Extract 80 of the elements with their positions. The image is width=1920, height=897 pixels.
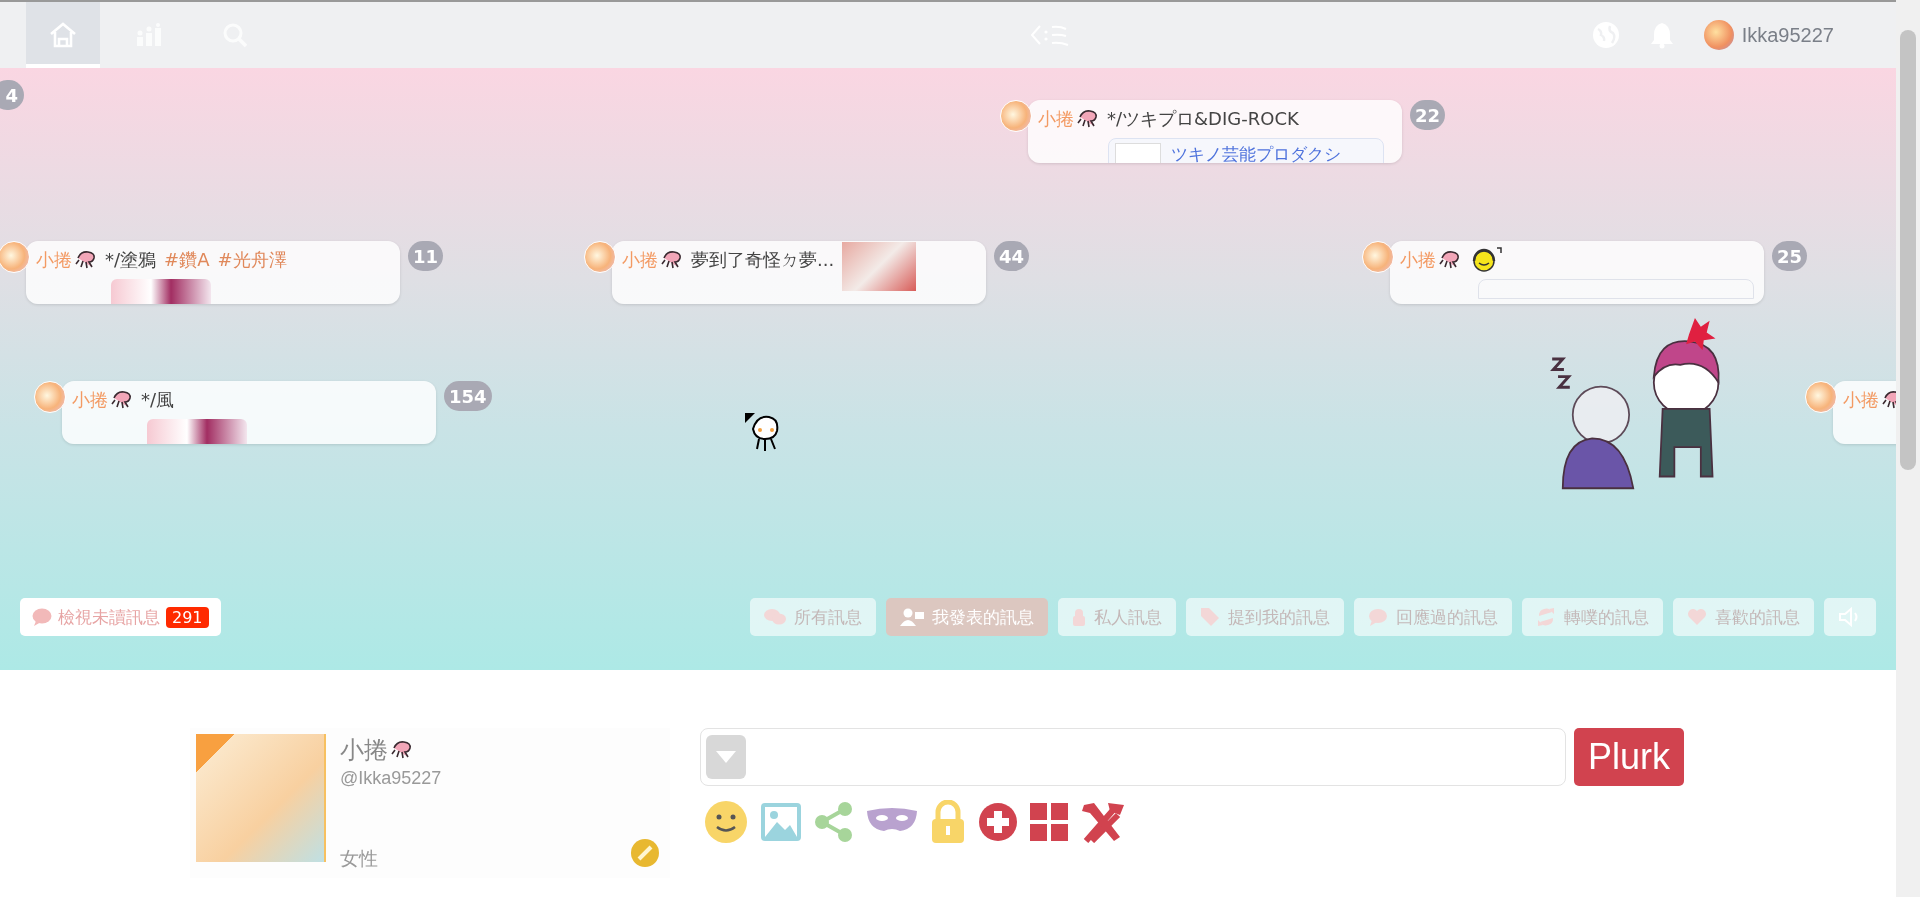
author-name[interactable]: 小捲: [72, 388, 108, 412]
tag-icon: [1200, 607, 1220, 627]
response-count: 4: [0, 80, 24, 110]
squid-icon: [391, 740, 413, 760]
gender-text: 女性: [340, 847, 379, 871]
link-preview[interactable]: ツキノ芸能プロダクシ: [1108, 138, 1384, 163]
squid-icon: [661, 250, 683, 270]
avatar[interactable]: [1362, 241, 1394, 273]
squid-icon: [1077, 109, 1099, 129]
response-count: 22: [1410, 100, 1446, 130]
comment-icon: [1368, 608, 1388, 626]
filter-tab[interactable]: 提到我的訊息: [1186, 598, 1344, 636]
smiley-icon[interactable]: [704, 800, 748, 844]
plurk-text: */ツキプロ&DIG-ROCK: [1107, 107, 1299, 131]
hashtag[interactable]: #鑽A: [164, 248, 210, 272]
response-count: 154: [444, 381, 492, 411]
author-name[interactable]: 小捲: [1843, 388, 1879, 412]
username[interactable]: Ikka95227: [1741, 23, 1834, 47]
plurk-bubble[interactable]: 小捲 */ツキプロ&DIG-ROCK ツキノ芸能プロダクシ: [1028, 100, 1402, 163]
plurk-bubble[interactable]: 小捲 */塗鴉 #鑽A #光舟澤: [26, 241, 400, 304]
squid-icon: [111, 390, 133, 410]
squid-icon: [75, 250, 97, 270]
filter-tab[interactable]: 我發表的訊息: [886, 598, 1048, 636]
scrollbar-thumb[interactable]: [1900, 30, 1916, 470]
link-preview[interactable]: [1478, 279, 1754, 299]
nav-tab[interactable]: [26, 2, 100, 68]
avatar[interactable]: [1000, 100, 1032, 132]
plurk-bubble[interactable]: 小捲: [1390, 241, 1764, 304]
author-name[interactable]: 小捲: [622, 248, 658, 272]
heart-icon: [1687, 608, 1707, 626]
grid-icon[interactable]: [1030, 803, 1068, 841]
lock-icon: [1072, 608, 1086, 626]
caret-icon: [715, 750, 737, 764]
image-icon[interactable]: [760, 802, 802, 842]
hashtag[interactable]: #光舟澤: [217, 248, 287, 272]
plus-icon[interactable]: [978, 802, 1018, 842]
link-title[interactable]: ツキノ芸能プロダクシ: [1171, 143, 1341, 163]
plurk-bubble[interactable]: 小捲 */風: [62, 381, 436, 444]
avatar[interactable]: [0, 241, 30, 273]
new-chat-icon: [32, 608, 52, 626]
qualifier-dropdown[interactable]: [706, 735, 746, 779]
user-handle: @Ikka95227: [340, 768, 442, 789]
home-icon: [48, 21, 78, 48]
avatar[interactable]: [584, 241, 616, 273]
photo-placeholder[interactable]: [147, 419, 247, 444]
filter-tab[interactable]: 回應過的訊息: [1354, 598, 1512, 636]
avatar[interactable]: [1703, 20, 1734, 50]
avatar[interactable]: [1805, 381, 1837, 413]
chat-bubbles-icon: [764, 608, 786, 626]
photo-placeholder[interactable]: [111, 279, 211, 304]
refresh-icon: [1536, 607, 1556, 627]
author-name[interactable]: 小捲: [36, 248, 72, 272]
author-name[interactable]: 小捲: [1038, 107, 1074, 131]
filter-tab[interactable]: 私人訊息: [1058, 598, 1176, 636]
photo-placeholder[interactable]: [842, 241, 917, 291]
plurk-text: */風: [141, 388, 175, 412]
unread-button[interactable]: 檢視未讀訊息 291: [20, 598, 221, 636]
lock-icon[interactable]: [930, 800, 966, 844]
response-count: 44: [994, 241, 1030, 271]
avatar[interactable]: [34, 381, 66, 413]
author-name[interactable]: 小捲: [1400, 248, 1436, 272]
response-count: 25: [1772, 241, 1808, 271]
plurk-button[interactable]: Plurk: [1574, 728, 1685, 786]
plurk-bubble[interactable]: 小捲 夢到了奇怪ㄉ夢...: [612, 241, 986, 304]
plurk-text: */塗鴉: [105, 248, 157, 272]
filter-tab[interactable]: 所有訊息: [750, 598, 876, 636]
plurk-input-field[interactable]: [700, 728, 1566, 786]
share-icon[interactable]: [814, 801, 854, 843]
sound-button[interactable]: [1824, 598, 1876, 636]
squid-icon: [1439, 250, 1461, 270]
filter-tab[interactable]: 喜歡的訊息: [1673, 598, 1814, 636]
person-icon: [900, 608, 924, 626]
filter-tab[interactable]: 轉噗的訊息: [1522, 598, 1663, 636]
tools-icon[interactable]: [1080, 801, 1126, 843]
display-name: 小捲: [340, 735, 388, 765]
profile-picture[interactable]: [196, 734, 326, 862]
plurk-bubble[interactable]: 小捲: [1833, 381, 1896, 444]
unread-count: 291: [166, 606, 209, 628]
response-count: 11: [408, 241, 444, 271]
plurk-text: 夢到了奇怪ㄉ夢...: [691, 248, 835, 272]
